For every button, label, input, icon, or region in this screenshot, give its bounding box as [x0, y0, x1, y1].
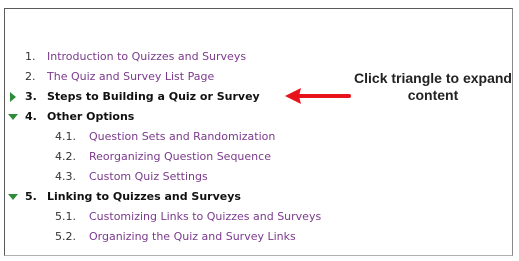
toc-item-2: 2. The Quiz and Survey List Page	[0, 67, 300, 87]
toc-subitem-4-1: 4.1. Question Sets and Randomization	[0, 127, 320, 147]
toc-link-organizing-links[interactable]: Organizing the Quiz and Survey Links	[89, 227, 296, 247]
table-of-contents: 1. Introduction to Quizzes and Surveys 2…	[0, 0, 519, 261]
toc-link-customizing-links[interactable]: Customizing Links to Quizzes and Surveys	[89, 207, 321, 227]
toc-section-steps[interactable]: Steps to Building a Quiz or Survey	[47, 87, 260, 107]
toc-link-introduction[interactable]: Introduction to Quizzes and Surveys	[47, 47, 246, 67]
toc-link-list-page[interactable]: The Quiz and Survey List Page	[47, 67, 214, 87]
toc-section-linking[interactable]: Linking to Quizzes and Surveys	[47, 187, 241, 207]
triangle-down-icon[interactable]	[8, 194, 18, 200]
toc-subitem-4-3: 4.3. Custom Quiz Settings	[0, 167, 320, 187]
toc-item-number: 4.3.	[55, 170, 76, 183]
red-arrow-icon	[285, 88, 351, 104]
toc-link-reorganizing[interactable]: Reorganizing Question Sequence	[89, 147, 271, 167]
toc-link-custom-settings[interactable]: Custom Quiz Settings	[89, 167, 208, 187]
toc-item-number: 2.	[25, 70, 36, 83]
toc-section-other-options[interactable]: Other Options	[47, 107, 134, 127]
toc-subitem-5-1: 5.1. Customizing Links to Quizzes and Su…	[0, 207, 380, 227]
toc-item-number: 4.2.	[55, 150, 76, 163]
toc-subitem-5-2: 5.2. Organizing the Quiz and Survey Link…	[0, 227, 360, 247]
callout-line-1: Click triangle to expand	[354, 70, 512, 86]
callout-line-2: content	[407, 87, 459, 103]
toc-item-number: 4.1.	[55, 130, 76, 143]
toc-link-question-sets[interactable]: Question Sets and Randomization	[89, 127, 275, 147]
toc-item-number: 4.	[25, 110, 37, 123]
callout-annotation: Click triangle to expand content	[333, 70, 519, 104]
toc-item-3: 3. Steps to Building a Quiz or Survey	[0, 87, 300, 107]
toc-item-number: 5.2.	[55, 230, 76, 243]
toc-item-1: 1. Introduction to Quizzes and Surveys	[0, 47, 300, 67]
toc-item-number: 1.	[25, 50, 36, 63]
toc-item-4: 4. Other Options	[0, 107, 300, 127]
toc-item-number: 5.1.	[55, 210, 76, 223]
toc-item-number: 5.	[25, 190, 37, 203]
toc-subitem-4-2: 4.2. Reorganizing Question Sequence	[0, 147, 320, 167]
triangle-right-icon[interactable]	[10, 92, 16, 102]
toc-item-number: 3.	[25, 90, 37, 103]
toc-item-5: 5. Linking to Quizzes and Surveys	[0, 187, 320, 207]
triangle-down-icon[interactable]	[8, 114, 18, 120]
